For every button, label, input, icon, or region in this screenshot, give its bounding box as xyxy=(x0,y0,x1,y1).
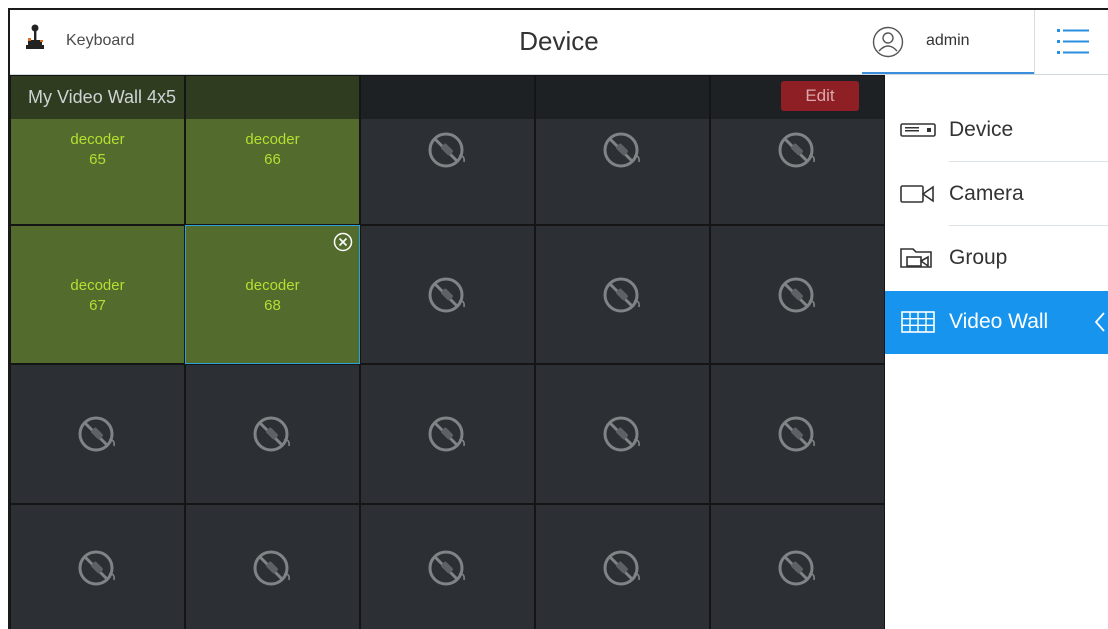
wall-cell[interactable] xyxy=(360,504,535,629)
no-signal-icon xyxy=(78,550,115,585)
no-signal-icon xyxy=(778,416,815,452)
no-signal-icon xyxy=(778,132,815,168)
wall-cell[interactable]: decoder 67 xyxy=(10,225,185,364)
edit-button[interactable]: Edit xyxy=(781,81,859,111)
chevron-left-icon[interactable] xyxy=(1094,311,1108,333)
menu-button[interactable] xyxy=(1034,10,1108,74)
nav-divider xyxy=(949,161,1108,162)
camera-icon xyxy=(900,185,934,203)
wall-cell[interactable] xyxy=(710,225,885,364)
decoder-number: 65 xyxy=(89,151,106,168)
top-bar: Keyboard Device admin xyxy=(10,10,1108,75)
no-signal-icon xyxy=(428,132,465,168)
nav-item-label: Device xyxy=(949,118,1014,141)
device-icon xyxy=(900,123,936,137)
no-signal-icon xyxy=(428,277,465,312)
nav-item-label: Camera xyxy=(949,182,1024,205)
nav-item-camera[interactable]: Camera xyxy=(885,163,1108,226)
wall-cell[interactable] xyxy=(185,364,360,504)
wall-cell[interactable] xyxy=(185,504,360,629)
wall-cell[interactable] xyxy=(535,225,710,364)
decoder-name: decoder xyxy=(70,277,125,294)
nav-item-device[interactable]: Device xyxy=(885,99,1108,162)
user-underline xyxy=(862,72,1034,74)
wall-cell[interactable] xyxy=(360,364,535,504)
no-signal-icon xyxy=(778,277,815,312)
no-signal-icon xyxy=(603,132,640,168)
decoder-name: decoder xyxy=(70,131,125,148)
wall-cell[interactable] xyxy=(710,364,885,504)
wall-cell[interactable]: decoder 68 xyxy=(185,225,360,364)
nav-item-group[interactable]: Group xyxy=(885,227,1108,290)
remove-decoder-icon[interactable] xyxy=(333,232,353,252)
no-signal-icon xyxy=(428,550,465,585)
app-frame: Keyboard Device admin My Video Wall 4x5 … xyxy=(8,8,1108,629)
decoder-number: 67 xyxy=(89,297,106,314)
decoder-name: decoder xyxy=(245,131,300,148)
wall-cell[interactable] xyxy=(535,504,710,629)
wall-cell[interactable] xyxy=(710,504,885,629)
keyboard-label[interactable]: Keyboard xyxy=(66,32,135,50)
no-signal-icon xyxy=(603,277,640,312)
no-signal-icon xyxy=(603,550,640,585)
joystick-keyboard-icon[interactable] xyxy=(24,24,50,52)
nav-item-video-wall[interactable]: Video Wall xyxy=(885,291,1108,354)
wall-title-bar: My Video Wall 4x5 Edit xyxy=(10,75,885,119)
group-icon xyxy=(900,248,932,268)
no-signal-icon xyxy=(253,550,290,585)
user-avatar-icon[interactable] xyxy=(872,26,904,58)
username-label[interactable]: admin xyxy=(926,32,970,50)
no-signal-icon xyxy=(603,416,640,452)
nav-item-label: Video Wall xyxy=(949,310,1049,333)
wall-name: My Video Wall 4x5 xyxy=(28,87,177,107)
wall-cell[interactable] xyxy=(10,364,185,504)
side-nav: Device Camera Group Video Wall xyxy=(885,75,1108,629)
wall-cell[interactable] xyxy=(535,364,710,504)
no-signal-icon xyxy=(78,416,115,452)
decoder-name: decoder xyxy=(245,277,300,294)
nav-divider xyxy=(949,225,1108,226)
no-signal-icon xyxy=(778,550,815,585)
wall-cell[interactable] xyxy=(10,504,185,629)
no-signal-icon xyxy=(253,416,290,452)
decoder-number: 66 xyxy=(264,151,281,168)
nav-item-label: Group xyxy=(949,246,1008,269)
wall-cell[interactable] xyxy=(360,225,535,364)
page-title: Device xyxy=(519,26,599,56)
video-wall-icon xyxy=(901,311,935,333)
no-signal-icon xyxy=(428,416,465,452)
decoder-number: 68 xyxy=(264,297,281,314)
video-wall-grid: My Video Wall 4x5 Edit decoder 65 decoder 6… xyxy=(10,75,885,629)
hamburger-menu-icon xyxy=(1057,29,1089,54)
